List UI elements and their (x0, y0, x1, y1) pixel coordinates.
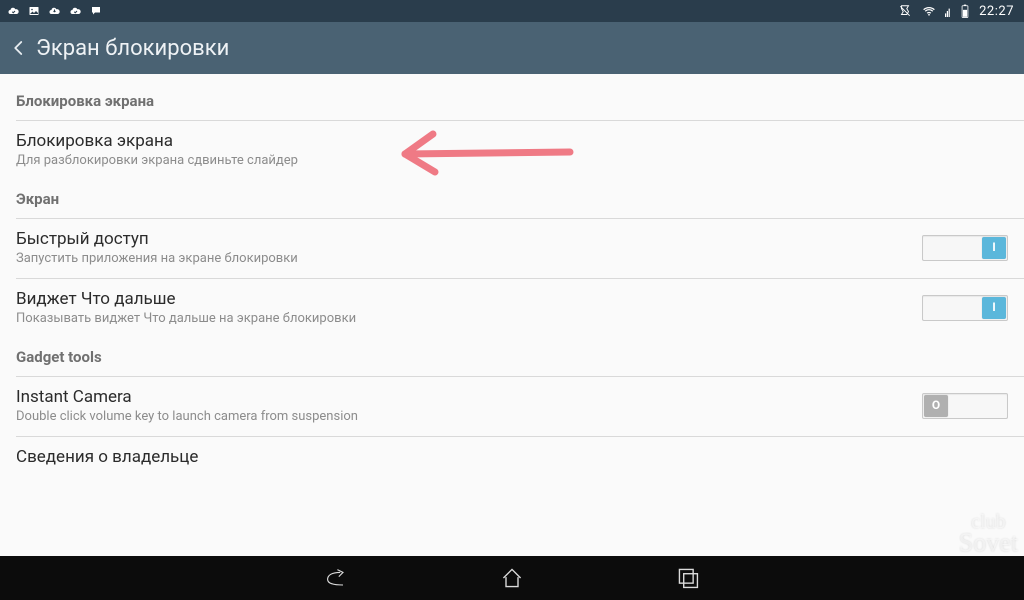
item-owner-info[interactable]: Сведения о владельце (0, 437, 1024, 479)
title-bar[interactable]: Экран блокировки (0, 22, 1024, 74)
item-title: Блокировка экрана (16, 131, 298, 151)
status-bar: 22:27 (0, 0, 1024, 22)
item-subtitle: Показывать виджет Что дальше на экране б… (16, 311, 356, 326)
toggle-quick-access[interactable]: I (922, 235, 1008, 261)
back-icon[interactable] (10, 35, 28, 61)
cloud-down-icon (47, 5, 62, 17)
item-subtitle: Double click volume key to launch camera… (16, 409, 358, 424)
item-whats-next-widget[interactable]: Виджет Что дальше Показывать виджет Что … (0, 279, 1024, 338)
item-instant-camera[interactable]: Instant Camera Double click volume key t… (0, 377, 1024, 436)
nav-home-button[interactable] (494, 560, 530, 596)
item-subtitle: Для разблокировки экрана сдвиньте слайде… (16, 153, 298, 168)
image-icon (27, 5, 41, 17)
section-header-screen-lock: Блокировка экрана (0, 74, 1024, 116)
nav-bar (0, 556, 1024, 600)
item-title: Виджет Что дальше (16, 289, 356, 309)
status-right-icons: 22:27 (897, 4, 1014, 19)
device-screen: 22:27 Экран блокировки Блокировка экрана… (0, 0, 1024, 600)
item-title: Быстрый доступ (16, 229, 298, 249)
vibrate-icon (897, 4, 913, 18)
signal-icon (945, 4, 951, 18)
item-quick-access[interactable]: Быстрый доступ Запустить приложения на э… (0, 219, 1024, 278)
toggle-instant-camera[interactable]: O (922, 393, 1008, 419)
cloud-check-icon (6, 5, 21, 17)
item-screen-lock[interactable]: Блокировка экрана Для разблокировки экра… (0, 121, 1024, 180)
item-title: Instant Camera (16, 387, 358, 407)
nav-recent-button[interactable] (670, 560, 706, 596)
toggle-whats-next[interactable]: I (922, 295, 1008, 321)
section-header-screen: Экран (0, 180, 1024, 214)
page-title: Экран блокировки (36, 36, 229, 61)
cloud-check-icon (68, 5, 83, 17)
nav-back-button[interactable] (318, 560, 354, 596)
battery-icon (959, 4, 971, 18)
wifi-icon (921, 4, 937, 18)
status-clock: 22:27 (979, 4, 1014, 19)
status-left-icons (6, 5, 103, 17)
section-header-gadget-tools: Gadget tools (0, 338, 1024, 372)
toggle-label: I (982, 240, 1006, 254)
item-title: Сведения о владельце (16, 447, 198, 467)
speech-icon (89, 5, 103, 17)
toggle-label: I (982, 300, 1006, 314)
item-subtitle: Запустить приложения на экране блокировк… (16, 251, 298, 266)
toggle-label: O (924, 398, 948, 412)
settings-content: Блокировка экрана Блокировка экрана Для … (0, 74, 1024, 556)
